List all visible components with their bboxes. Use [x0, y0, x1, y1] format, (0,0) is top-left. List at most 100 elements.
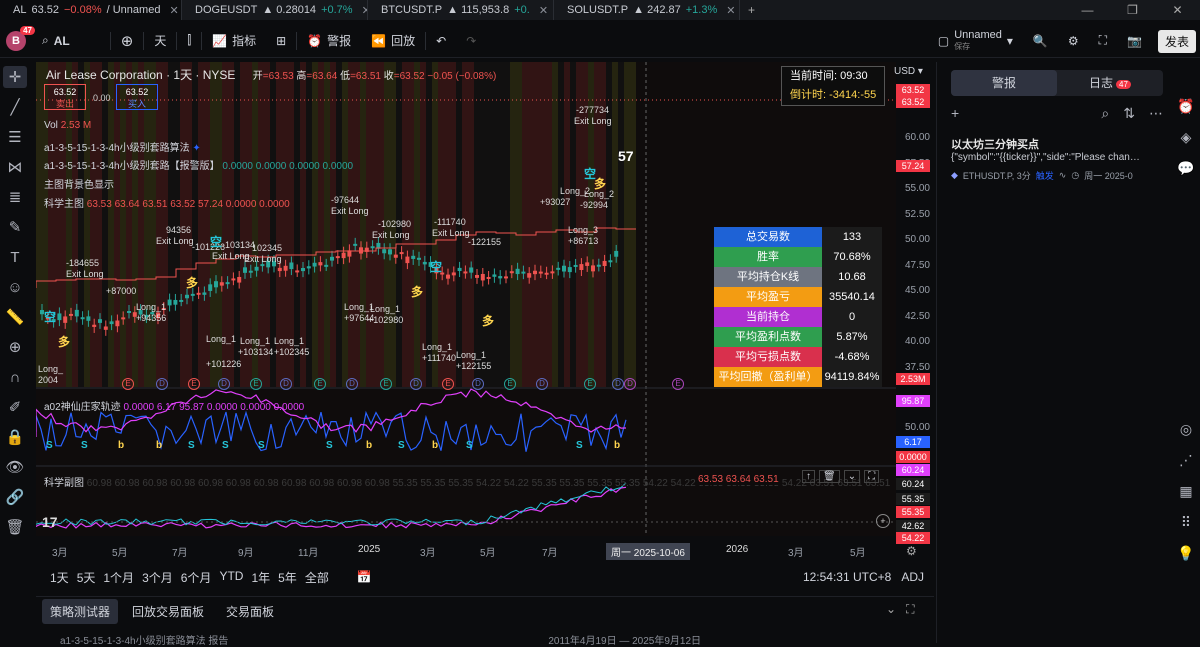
chevron-down-icon[interactable]: ⌄	[886, 602, 896, 617]
time-axis[interactable]: 3月 5月 7月 9月 11月 2025 3月 5月 7月 2026 3月 5月 周一 2025-10-…	[36, 540, 896, 560]
event-marker[interactable]: D	[624, 378, 636, 390]
bottom-tab-0[interactable]: 策略测试器	[42, 599, 119, 624]
event-marker[interactable]: E	[442, 378, 454, 390]
goto-realtime-button[interactable]: +	[876, 514, 890, 528]
close-tab-icon[interactable]: ✕	[539, 4, 548, 17]
collapse-icon[interactable]: ⌄	[843, 470, 861, 483]
horizontal-lines-icon[interactable]: ☰	[3, 126, 27, 148]
range-4[interactable]: 6个月	[181, 569, 212, 586]
trendline-icon[interactable]: ╱	[3, 96, 27, 118]
tab-alerts[interactable]: 警报	[951, 70, 1057, 96]
chart-type-button[interactable]: ⫿	[177, 24, 201, 58]
event-marker[interactable]: D	[346, 378, 358, 390]
buy-button[interactable]: 63.52 买入	[116, 84, 158, 110]
fullscreen-button[interactable]: ⛶	[1089, 24, 1117, 58]
event-marker[interactable]: E	[188, 378, 200, 390]
delete-icon[interactable]: 🗑	[819, 470, 840, 483]
zoom-in-icon[interactable]: ⊕	[3, 336, 27, 358]
event-marker[interactable]: E	[122, 378, 134, 390]
event-marker[interactable]: D	[536, 378, 548, 390]
keypad-icon[interactable]: ⠿	[1181, 514, 1191, 531]
adj-toggle[interactable]: ADJ	[901, 570, 924, 584]
crosshair-icon[interactable]: ✛	[3, 66, 27, 88]
range-5[interactable]: YTD	[219, 569, 243, 586]
event-marker[interactable]: E	[504, 378, 516, 390]
event-marker[interactable]: D	[156, 378, 168, 390]
price-axis[interactable]: 60.0057.5055.0052.5050.0047.5045.0042.50…	[896, 62, 934, 562]
event-marker[interactable]: D	[280, 378, 292, 390]
templates-button[interactable]: ⊞	[266, 24, 296, 58]
more-icon[interactable]: ⋯	[1149, 105, 1163, 122]
close-tab-icon[interactable]: ✕	[169, 4, 178, 17]
maximize-panel-icon[interactable]: ⛶	[906, 602, 914, 617]
emoji-icon[interactable]: ☺	[3, 276, 27, 298]
range-2[interactable]: 1个月	[103, 569, 134, 586]
event-marker[interactable]: E	[250, 378, 262, 390]
sort-icon[interactable]: ⇅	[1123, 105, 1135, 122]
alert-title[interactable]: 以太坊三分钟买点	[951, 136, 1039, 152]
move-up-icon[interactable]: ↑	[802, 470, 815, 483]
add-alert-icon[interactable]: +	[951, 105, 959, 121]
calculator-icon[interactable]: ▦	[1179, 483, 1192, 500]
alarm-clock-icon[interactable]: ⏰	[1177, 98, 1194, 115]
minimize-icon[interactable]: —	[1065, 0, 1110, 20]
clock-readout[interactable]: 12:54:31 UTC+8	[803, 570, 891, 584]
settings-button[interactable]: ⚙	[1058, 24, 1089, 58]
redo-button[interactable]: ↷	[456, 24, 486, 58]
avatar[interactable]: B 47	[6, 25, 35, 51]
range-0[interactable]: 1天	[50, 569, 69, 586]
layers-icon[interactable]: ◈	[1181, 129, 1192, 146]
range-3[interactable]: 3个月	[142, 569, 173, 586]
event-marker[interactable]: E	[380, 378, 392, 390]
symbol-search-button[interactable]: ⌕ AL	[32, 24, 80, 58]
alert-button[interactable]: ⏰ 警报	[297, 24, 361, 58]
sell-button[interactable]: 63.52 卖出	[44, 84, 86, 110]
fib-icon[interactable]: ≣	[3, 186, 27, 208]
tab-solusdt-p[interactable]: SOLUSDT.P ▲ 242.87 +1.3% ✕	[554, 0, 740, 20]
tab-btcusdt-p[interactable]: BTCUSDT.P ▲ 115,953.8 +0. ✕	[368, 0, 554, 20]
layout-button[interactable]: ▢ Unnamed 保存 ▾	[928, 24, 1023, 58]
event-marker[interactable]: E	[584, 378, 596, 390]
lightbulb-icon[interactable]: 💡	[1177, 545, 1194, 562]
maximize-pane-icon[interactable]: ⛶	[864, 470, 880, 483]
range-7[interactable]: 5年	[278, 569, 297, 586]
bottom-tab-2[interactable]: 交易面板	[218, 599, 282, 624]
magnet-icon[interactable]: ∩	[3, 366, 27, 388]
pattern-icon[interactable]: ⋈	[3, 156, 27, 178]
ruler-icon[interactable]: 📏	[3, 306, 27, 328]
brush-icon[interactable]: ✎	[3, 216, 27, 238]
event-marker[interactable]: E	[314, 378, 326, 390]
search-icon[interactable]: ⌕	[1101, 105, 1109, 122]
new-tab-icon[interactable]: +	[740, 3, 763, 17]
signal-icon[interactable]: ⋰	[1179, 452, 1193, 469]
close-icon[interactable]: ✕	[1155, 0, 1200, 20]
chat-icon[interactable]: 💬	[1177, 160, 1194, 177]
tab-log[interactable]: 日志 47	[1057, 70, 1163, 96]
tab-dogeusdt[interactable]: DOGEUSDT▲ 0.28014+0.7%✕	[182, 0, 368, 20]
range-8[interactable]: 全部	[305, 569, 329, 586]
replay-button[interactable]: ⏪ 回放	[361, 24, 425, 58]
event-marker[interactable]: D	[612, 378, 624, 390]
trash-icon[interactable]: 🗑	[3, 516, 27, 538]
text-icon[interactable]: T	[3, 246, 27, 268]
snapshot-button[interactable]: 📷	[1117, 24, 1152, 58]
event-marker[interactable]: D	[472, 378, 484, 390]
undo-button[interactable]: ↶	[426, 24, 456, 58]
indicators-button[interactable]: 📈 指标	[202, 24, 266, 58]
interval-button[interactable]: 天	[144, 24, 176, 58]
event-marker[interactable]: D	[410, 378, 422, 390]
range-1[interactable]: 5天	[77, 569, 96, 586]
calendar-icon[interactable]: 📅	[357, 570, 372, 584]
close-tab-icon[interactable]: ✕	[726, 4, 735, 17]
publish-button[interactable]: 发表	[1157, 30, 1196, 53]
eye-icon[interactable]: 👁	[3, 456, 27, 478]
maximize-icon[interactable]: ❐	[1110, 0, 1155, 20]
target-icon[interactable]: ◎	[1180, 421, 1192, 438]
lock-icon[interactable]: 🔒	[3, 426, 27, 448]
range-6[interactable]: 1年	[251, 569, 270, 586]
event-marker[interactable]: D	[218, 378, 230, 390]
quick-search-button[interactable]: 🔍	[1023, 24, 1058, 58]
bottom-tab-1[interactable]: 回放交易面板	[124, 599, 212, 624]
link-icon[interactable]: 🔗	[3, 486, 27, 508]
compare-symbol-button[interactable]: ⊕	[111, 24, 144, 58]
